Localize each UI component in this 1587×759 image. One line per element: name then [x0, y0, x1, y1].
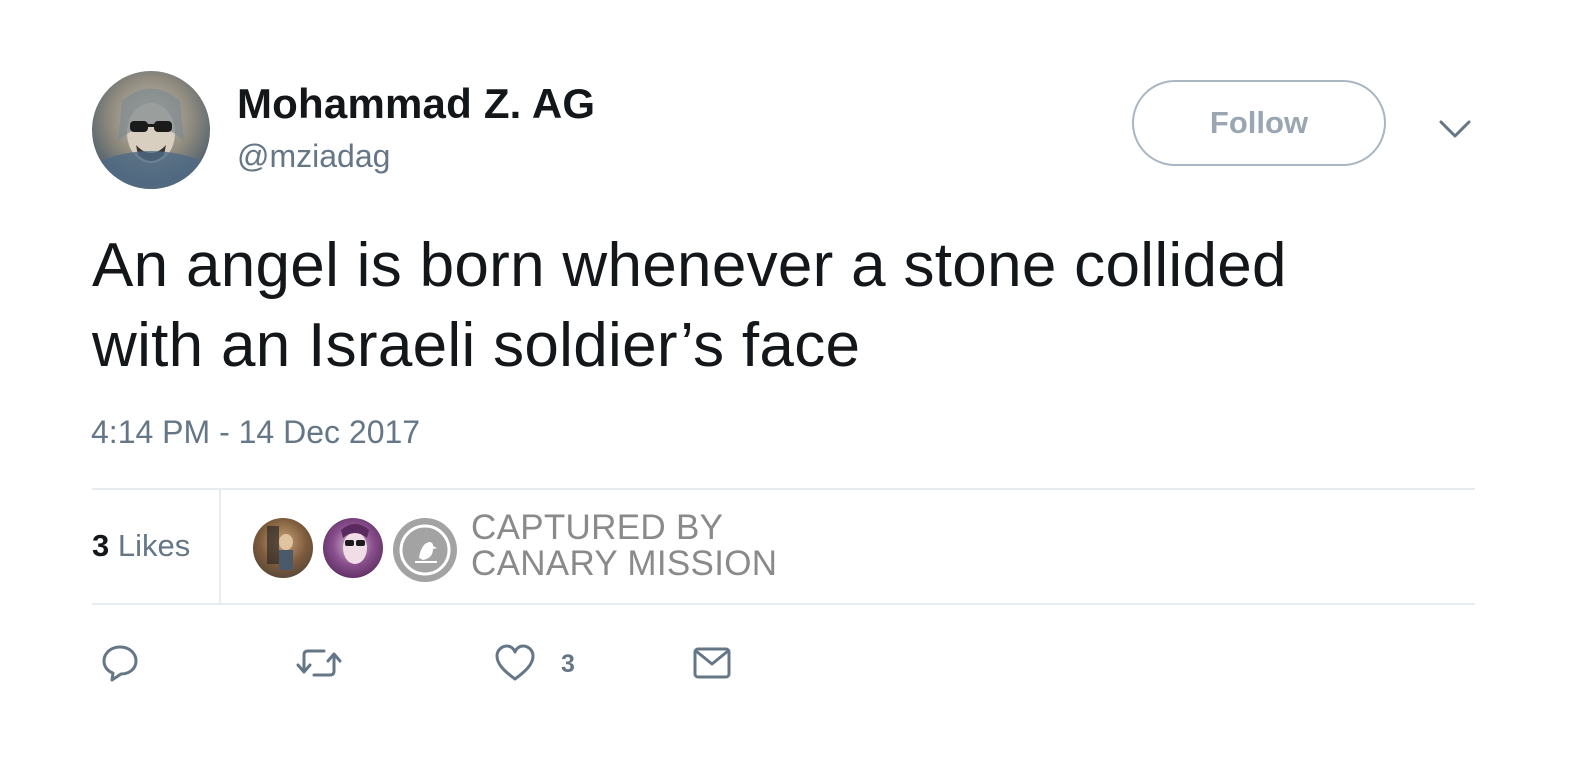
liker-avatar[interactable]: [253, 518, 313, 578]
retweet-icon[interactable]: [296, 643, 342, 688]
like-action-count[interactable]: 3: [561, 650, 575, 679]
tweet-text-line-2: with an Israeli soldier’s face: [92, 311, 861, 380]
canary-watermark-text: CAPTURED BY CANARY MISSION: [471, 510, 777, 582]
display-name[interactable]: Mohammad Z. AG: [237, 80, 595, 128]
likes-stat[interactable]: 3 Likes: [92, 528, 190, 564]
tweet-text-line-1: An angel is born whenever a stone collid…: [92, 231, 1287, 300]
user-handle[interactable]: @mziadag: [237, 138, 390, 175]
tweet-text: An angel is born whenever a stone collid…: [92, 226, 1492, 386]
likes-count: 3: [92, 528, 110, 563]
watermark-line-1: CAPTURED BY: [471, 508, 724, 547]
watermark-line-2: CANARY MISSION: [471, 544, 778, 583]
canary-logo-icon: [393, 518, 457, 582]
reply-icon[interactable]: [100, 643, 140, 688]
liker-avatar[interactable]: [323, 518, 383, 578]
follow-button[interactable]: Follow: [1132, 80, 1386, 166]
divider: [92, 603, 1475, 605]
profile-avatar[interactable]: [92, 71, 210, 189]
envelope-icon[interactable]: [692, 643, 732, 688]
divider: [219, 490, 221, 603]
heart-icon[interactable]: [494, 643, 536, 688]
divider: [92, 488, 1475, 490]
chevron-down-icon[interactable]: [1437, 114, 1473, 144]
tweet-timestamp[interactable]: 4:14 PM - 14 Dec 2017: [91, 414, 420, 451]
likes-label: Likes: [117, 528, 191, 563]
